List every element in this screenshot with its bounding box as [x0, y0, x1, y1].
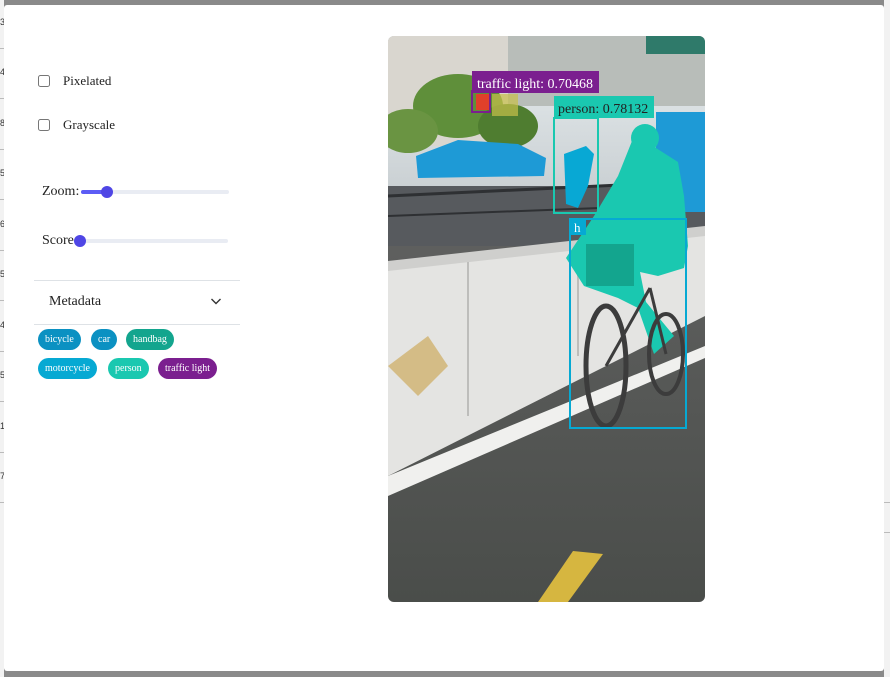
tag-traffic-light[interactable]: traffic light [158, 358, 218, 379]
tag-person[interactable]: person [108, 358, 149, 379]
tag-car[interactable]: car [91, 329, 118, 350]
tag-motorcycle[interactable]: motorcycle [38, 358, 97, 379]
controls-sidebar: Pixelated Grayscale Zoom: Score: Metadat… [34, 5, 240, 671]
bicycle-detection-label: h [574, 220, 581, 235]
chevron-down-icon[interactable] [210, 295, 222, 307]
grayscale-checkbox[interactable] [38, 119, 50, 131]
score-control: Score: [42, 233, 228, 249]
handbag-mask [586, 244, 634, 286]
traffic-light-mask [476, 94, 490, 110]
annotated-image: traffic light: 0.70468 person: 0.78132 h [388, 36, 705, 602]
person-mask-head [631, 124, 659, 152]
pixelated-checkbox[interactable] [38, 75, 50, 87]
background-page-edge-right [884, 0, 890, 677]
metadata-title: Metadata [49, 294, 102, 309]
grayscale-label: Grayscale [63, 117, 115, 132]
background-row-divider [884, 502, 890, 503]
zoom-label: Zoom: [42, 184, 80, 199]
score-slider-thumb[interactable] [73, 235, 86, 247]
score-label: Score: [42, 233, 78, 248]
highway-sign [646, 36, 705, 54]
zoom-slider-thumb[interactable] [100, 186, 113, 198]
grayscale-option[interactable]: Grayscale [38, 117, 115, 133]
metadata-accordion[interactable]: Metadata [34, 280, 240, 325]
pixelated-label: Pixelated [63, 73, 112, 88]
tag-handbag[interactable]: handbag [126, 329, 174, 350]
detection-scene: traffic light: 0.70468 person: 0.78132 h [388, 36, 705, 602]
image-viewer-modal: Pixelated Grayscale Zoom: Score: Metadat… [4, 5, 884, 671]
score-slider[interactable] [73, 235, 228, 247]
sign-board [492, 94, 518, 116]
zoom-slider[interactable] [81, 186, 230, 198]
tag-bicycle[interactable]: bicycle [38, 329, 81, 350]
traffic-light-detection-label: traffic light: 0.70468 [477, 77, 593, 92]
background-row-divider [884, 532, 890, 533]
person-detection-label: person: 0.78132 [558, 102, 648, 117]
pixelated-option[interactable]: Pixelated [38, 73, 111, 89]
zoom-control: Zoom: [42, 184, 230, 200]
